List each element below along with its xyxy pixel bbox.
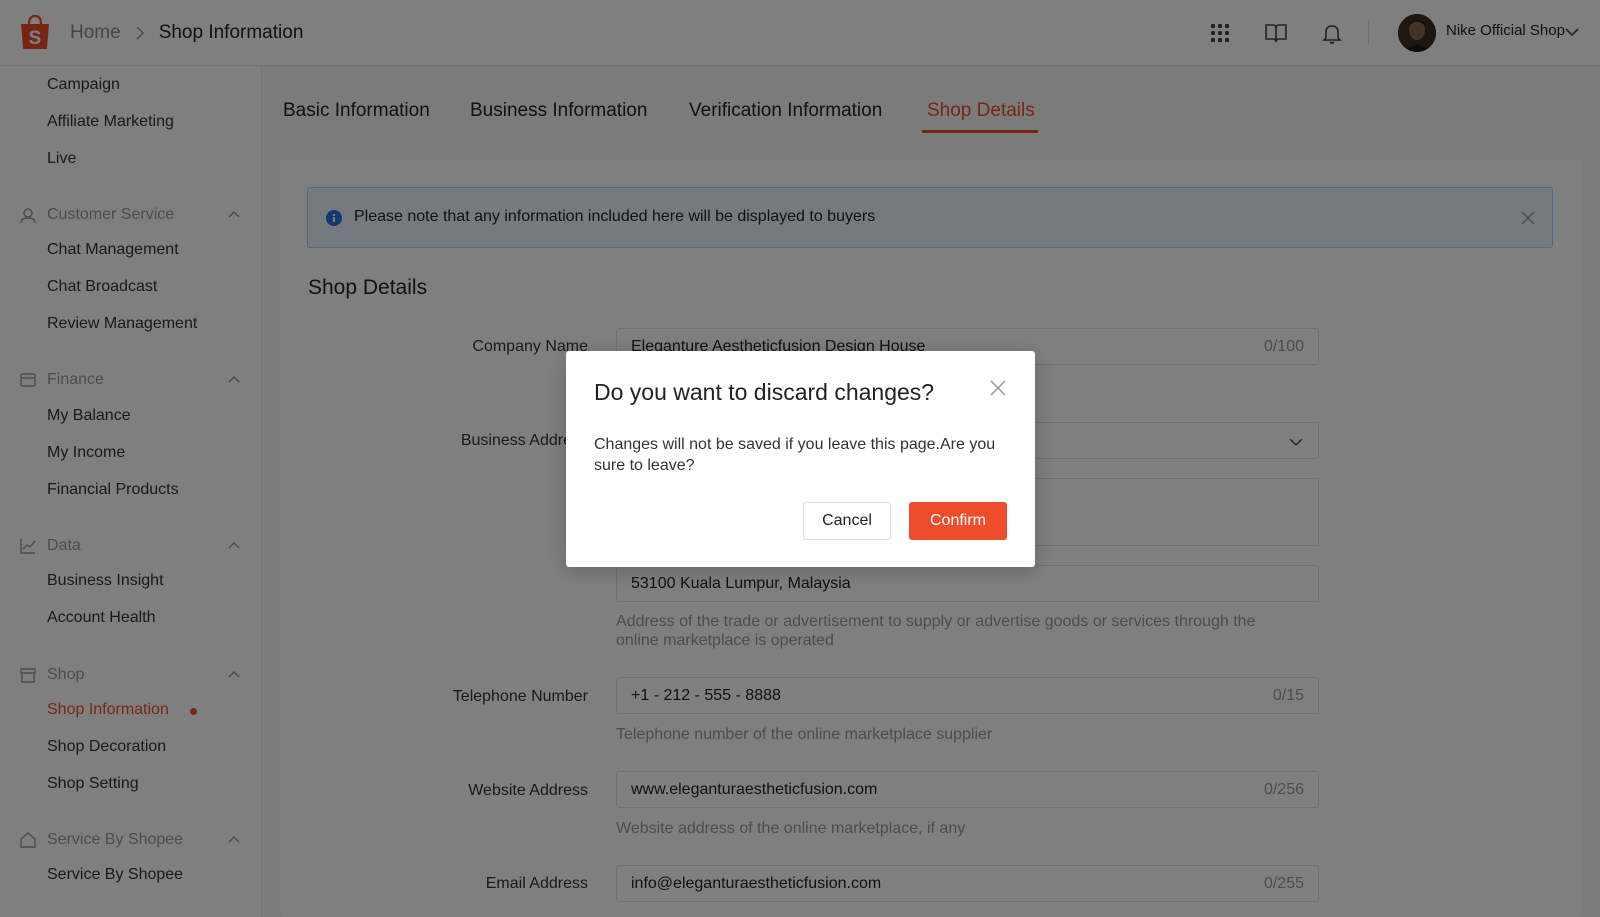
dialog-message: Changes will not be saved if you leave t… — [594, 436, 996, 474]
dialog-title: Do you want to discard changes? — [594, 379, 935, 405]
cancel-button[interactable]: Cancel — [803, 502, 891, 540]
discard-changes-dialog: Do you want to discard changes? Changes … — [566, 351, 1035, 567]
close-icon[interactable] — [989, 379, 1007, 397]
confirm-button[interactable]: Confirm — [909, 502, 1007, 540]
